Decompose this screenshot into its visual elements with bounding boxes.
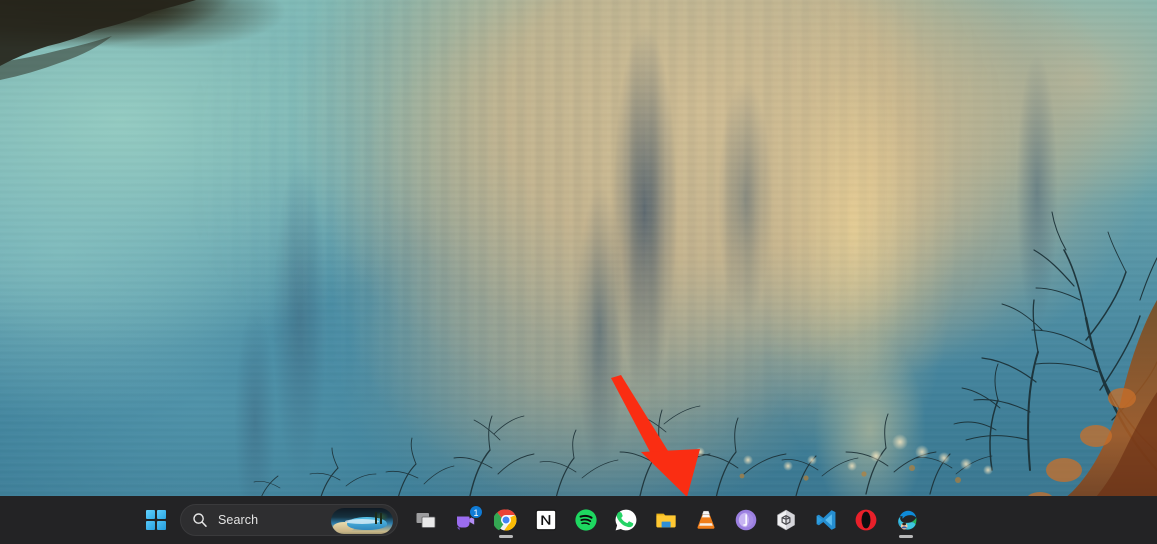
search-icon — [193, 513, 207, 527]
teams-unread-badge: 1 — [469, 505, 483, 519]
running-indicator-edge — [899, 535, 913, 538]
taskbar-item-microsoft-edge[interactable] — [886, 500, 926, 540]
teams-icon: 1 — [454, 505, 483, 532]
search-input[interactable]: Search — [180, 504, 398, 536]
taskbar-item-file-explorer[interactable] — [646, 500, 686, 540]
desktop-wallpaper — [0, 0, 1157, 544]
taskbar-item-whatsapp[interactable] — [606, 500, 646, 540]
taskbar-item-bittorrent[interactable] — [726, 500, 766, 540]
search-placeholder-label: Search — [218, 513, 259, 527]
folder-icon — [654, 508, 678, 532]
vlc-cone-icon — [694, 508, 718, 532]
whatsapp-icon — [614, 508, 638, 532]
taskbar-item-3d-viewer[interactable] — [766, 500, 806, 540]
task-view-icon — [414, 508, 438, 532]
beach-island-thumbnail[interactable] — [331, 508, 393, 534]
taskbar-item-google-chrome[interactable] — [486, 500, 526, 540]
taskbar-item-notion[interactable] — [526, 500, 566, 540]
taskbar-item-visual-studio-code[interactable] — [806, 500, 846, 540]
taskbar-item-vlc-media-player[interactable] — [686, 500, 726, 540]
edge-icon — [894, 508, 918, 532]
taskbar-item-task-view[interactable] — [406, 500, 446, 540]
taskbar-item-opera[interactable] — [846, 500, 886, 540]
vscode-icon — [814, 508, 838, 532]
cube-hexagon-icon — [774, 508, 798, 532]
running-indicator-chrome — [499, 535, 513, 538]
bittorrent-icon — [734, 508, 758, 532]
chrome-icon — [494, 508, 518, 532]
taskbar-item-spotify[interactable] — [566, 500, 606, 540]
taskbar: Search 1 — [0, 496, 1157, 544]
taskbar-center-group: Search 1 — [138, 496, 926, 544]
taskbar-item-microsoft-teams[interactable]: 1 — [446, 500, 486, 540]
notion-icon — [534, 508, 558, 532]
windows-logo-icon — [145, 509, 167, 531]
opera-icon — [854, 508, 878, 532]
start-button[interactable] — [138, 500, 174, 540]
desktop-screen: Search 1 — [0, 0, 1157, 544]
spotify-icon — [574, 508, 598, 532]
